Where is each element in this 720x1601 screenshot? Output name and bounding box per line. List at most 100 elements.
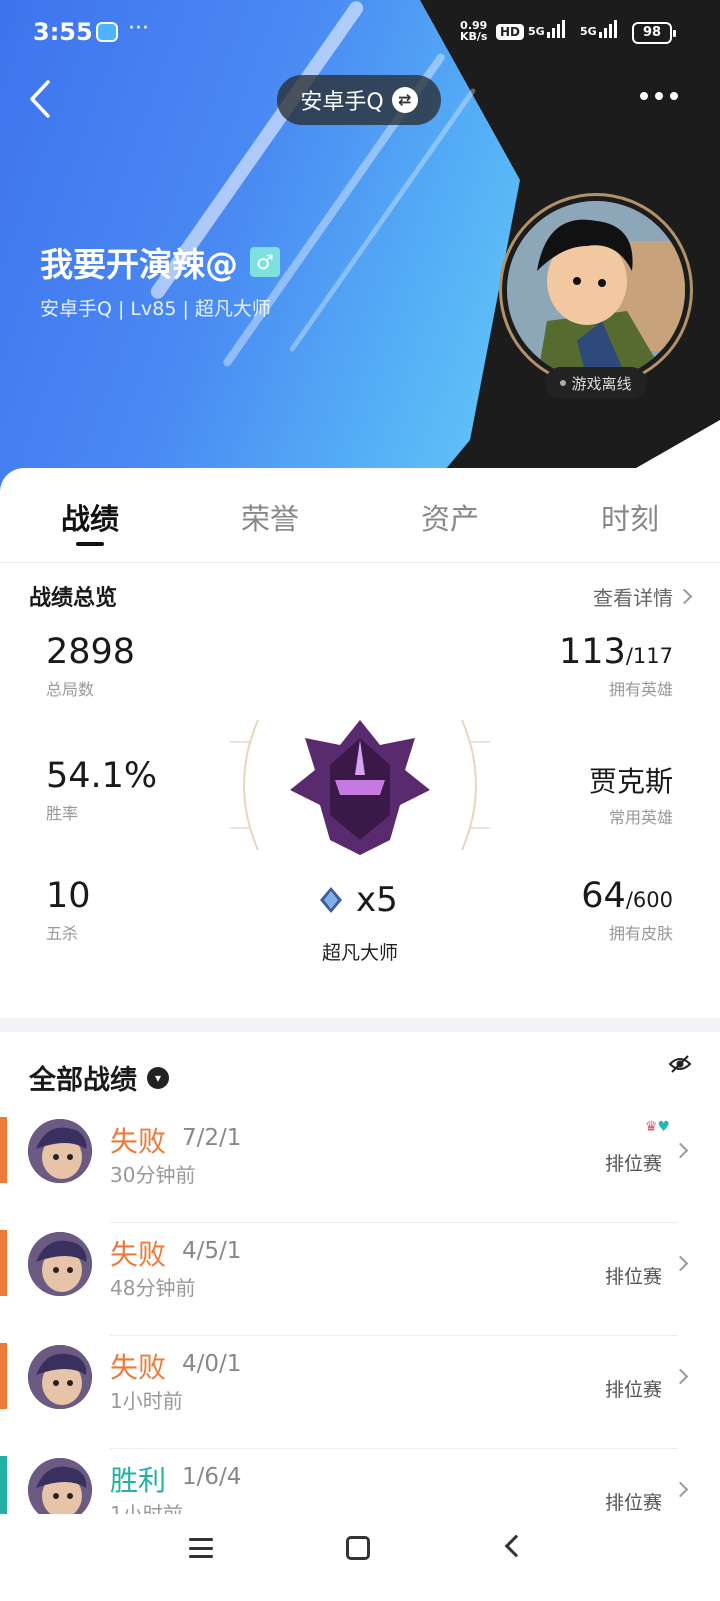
match-row[interactable]: 失败 4/0/1 1小时前 排位赛: [0, 1343, 720, 1453]
result-indicator: [0, 1456, 7, 1514]
match-kda: 1/6/4: [182, 1464, 242, 1490]
chevron-right-icon: [672, 1142, 689, 1159]
rank-diamond-icon: [320, 887, 342, 913]
match-list-title: 全部战绩: [29, 1065, 137, 1096]
profile-tabs: 战绩 荣誉 资产 时刻: [0, 468, 720, 563]
match-row[interactable]: 胜利 1/6/4 1小时前 排位赛: [0, 1456, 720, 1514]
match-result: 胜利: [110, 1464, 167, 1497]
stat-skins-owned[interactable]: 64/600 拥有皮肤: [581, 876, 673, 944]
stat-value: 54.1%: [46, 756, 158, 796]
match-row[interactable]: 失败 4/5/1 48分钟前 排位赛: [0, 1230, 720, 1340]
net-speed-unit: KB/s: [460, 30, 488, 43]
chevron-left-icon: [30, 80, 50, 118]
rank-emblem-icon: [230, 720, 490, 855]
result-indicator: [0, 1230, 7, 1296]
stat-label: 总局数: [46, 680, 95, 699]
hero-avatar: [28, 1232, 92, 1296]
hero-avatar: [28, 1458, 92, 1514]
stat-heroes-owned[interactable]: 113/117 拥有英雄: [559, 632, 673, 700]
view-details-link[interactable]: 查看详情: [593, 582, 693, 611]
signal-icon: 5G: [580, 20, 617, 38]
tab-moments[interactable]: 时刻: [540, 468, 720, 562]
offline-status-badge: 游戏离线: [545, 367, 647, 399]
stat-common-hero[interactable]: 贾克斯 常用英雄: [589, 756, 673, 828]
tab-honor[interactable]: 荣誉: [180, 468, 360, 562]
match-result: 失败: [110, 1238, 167, 1271]
match-kda: 4/0/1: [182, 1351, 242, 1377]
match-kda: 4/5/1: [182, 1238, 242, 1264]
match-mode: 排位赛: [604, 1153, 662, 1175]
signal-label: 5G: [528, 25, 545, 38]
match-mode: 排位赛: [604, 1379, 662, 1401]
home-button[interactable]: [346, 1536, 370, 1560]
rank-count-value: x5: [356, 880, 398, 920]
chevron-down-icon: ▾: [147, 1066, 169, 1089]
status-bar: 3:55 ··· 0.99 KB/s HD 5G 5G 98: [0, 0, 720, 64]
stat-value: 113: [559, 632, 626, 672]
net-speed: 0.99 KB/s: [460, 20, 487, 42]
stat-value: 10: [46, 876, 91, 916]
match-filter-dropdown[interactable]: 全部战绩 ▾: [29, 1058, 169, 1097]
match-result: 失败: [110, 1351, 167, 1384]
stat-pentakills: 10 五杀: [46, 876, 91, 944]
stat-total: /600: [625, 888, 673, 912]
chevron-right-icon: [672, 1368, 689, 1385]
match-time: 48分钟前: [110, 1276, 196, 1300]
stat-label: 胜率: [46, 804, 79, 823]
match-time: 1小时前: [110, 1389, 183, 1413]
rank-name: 超凡大师: [321, 942, 398, 964]
account-switcher[interactable]: 安卓手Q ⇄: [277, 75, 441, 125]
eye-hidden-icon[interactable]: [668, 1052, 692, 1076]
match-time: 30分钟前: [110, 1163, 196, 1187]
swap-icon: ⇄: [391, 87, 418, 113]
row-divider: [110, 1335, 678, 1336]
recent-apps-button[interactable]: [189, 1538, 213, 1558]
offline-status-text: 游戏离线: [571, 374, 632, 393]
tab-record[interactable]: 战绩: [0, 468, 180, 562]
result-indicator: [0, 1343, 7, 1409]
row-divider: [110, 1222, 678, 1223]
status-dot-icon: [560, 380, 567, 386]
hero-avatar: [28, 1119, 92, 1183]
back-button[interactable]: [26, 78, 56, 120]
player-avatar[interactable]: [499, 193, 693, 387]
chevron-right-icon: [676, 588, 693, 605]
stat-win-rate: 54.1% 胜率: [46, 756, 157, 824]
hero-avatar: [28, 1345, 92, 1409]
avatar-portrait: [507, 201, 685, 379]
more-options-button[interactable]: [640, 92, 678, 100]
chevron-right-icon: [672, 1481, 689, 1498]
gender-male-icon: ♂: [250, 247, 280, 277]
row-divider: [110, 1448, 678, 1449]
stat-label: 常用英雄: [608, 808, 673, 827]
match-badge-icons: ♛♥: [644, 1119, 670, 1135]
overview-title: 战绩总览: [29, 586, 118, 611]
account-name: 安卓手Q: [300, 90, 384, 115]
notification-app-icon: [96, 22, 118, 42]
player-subinfo: 安卓手Q | Lv85 | 超凡大师: [40, 298, 271, 320]
status-time: 3:55: [33, 18, 93, 46]
match-time: 1小时前: [110, 1502, 183, 1514]
rank-count: x5: [320, 880, 398, 920]
stat-total-games: 2898 总局数: [46, 632, 135, 700]
match-row[interactable]: 失败 7/2/1 30分钟前 ♛♥ 排位赛: [0, 1117, 720, 1227]
battery-icon: 98: [632, 22, 676, 44]
match-kda: 7/2/1: [182, 1125, 242, 1151]
stat-value: 2898: [46, 632, 136, 672]
tab-assets[interactable]: 资产: [360, 468, 540, 562]
more-notifications-icon: ···: [128, 16, 149, 41]
result-indicator: [0, 1117, 7, 1183]
stat-label: 拥有英雄: [608, 680, 673, 699]
section-divider: [0, 1018, 720, 1032]
match-mode: 排位赛: [604, 1492, 662, 1514]
signal-icon: 5G: [528, 20, 565, 38]
match-result: 失败: [110, 1125, 167, 1158]
avatar-image: [507, 201, 685, 379]
stat-total: /117: [625, 644, 673, 668]
stat-value: 贾克斯: [588, 765, 673, 798]
player-nickname-row: 我要开演辣@ ♂: [40, 238, 280, 286]
stat-value: 64: [581, 876, 626, 916]
player-nickname: 我要开演辣@: [40, 245, 238, 284]
match-mode: 排位赛: [604, 1266, 662, 1288]
signal-label: 5G: [580, 25, 597, 38]
